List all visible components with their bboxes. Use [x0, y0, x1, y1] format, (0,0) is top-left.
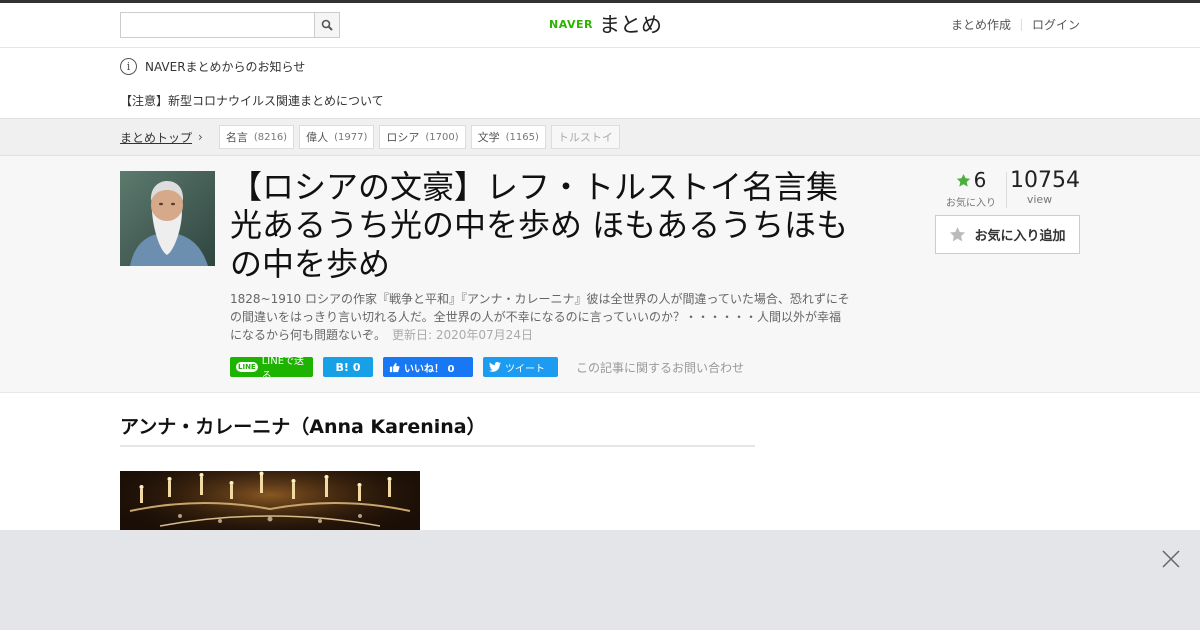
tag-label: 偉人 — [306, 131, 329, 144]
favorites-count: 6 — [973, 168, 987, 192]
site-logo[interactable]: NAVER まとめ — [549, 9, 662, 39]
search-input[interactable] — [121, 13, 315, 37]
nav-divider — [1020, 18, 1022, 31]
tag-russia[interactable]: ロシア (1700) — [379, 125, 466, 149]
line-share-label: LINEで送る — [261, 356, 305, 382]
breadcrumb: まとめトップ › 名言 (8216) 偉人 (1977) ロシア (1700) 文学 (… — [0, 118, 1200, 156]
top-nav: まとめ作成 ログイン — [951, 16, 1080, 33]
share-buttons: LINE LINEで送る B! 0 いいね！ 0 ツイート この記事に関するお問… — [230, 356, 744, 382]
search-icon — [321, 19, 333, 31]
tweet-button[interactable]: ツイート — [483, 357, 558, 377]
login-link[interactable]: ログイン — [1032, 16, 1080, 33]
tag-label: 名言 — [225, 131, 248, 144]
add-favorite-button[interactable]: お気に入り追加 — [935, 215, 1080, 254]
line-share-button[interactable]: LINE LINEで送る — [230, 356, 313, 382]
info-icon: i — [120, 58, 137, 75]
view-count: 10754 — [1010, 168, 1080, 193]
favorites-stat: 6 お気に入り — [936, 168, 1006, 209]
tag-count: (1165) — [505, 131, 539, 143]
twitter-bird-icon — [489, 362, 501, 372]
notice-area: i NAVERまとめからのお知らせ 【注意】新型コロナウイルス関連まとめについて — [0, 48, 1200, 118]
tag-meigen[interactable]: 名言 (8216) — [218, 125, 295, 149]
star-icon — [956, 173, 970, 187]
view-label: view — [1026, 193, 1053, 206]
star-outline-icon — [950, 227, 966, 242]
close-icon[interactable] — [1160, 548, 1182, 570]
hatena-count: 0 — [352, 360, 361, 374]
line-icon: LINE — [236, 362, 258, 372]
search-box — [120, 12, 340, 38]
article-title: 【ロシアの文豪】レフ・トルストイ名言集 光あるうち光の中を歩め ほもあるうちほも… — [230, 168, 849, 283]
ad-overlay-banner — [0, 530, 1200, 630]
author-portrait-thumbnail — [120, 171, 215, 266]
views-stat: 10754 view — [1007, 168, 1080, 206]
create-matome-link[interactable]: まとめ作成 — [951, 16, 1011, 33]
notice-link[interactable]: 【注意】新型コロナウイルス関連まとめについて — [120, 92, 384, 109]
tag-count: (8216) — [253, 131, 288, 143]
tag-current-tolstoy: トルストイ — [550, 125, 620, 149]
tag-ijin[interactable]: 偉人 (1977) — [299, 125, 375, 149]
naver-logo-text: NAVER — [549, 17, 593, 31]
top-header: NAVER まとめ まとめ作成 ログイン — [0, 0, 1200, 48]
tweet-label: ツイート — [505, 363, 545, 375]
article-stats: 6 お気に入り 10754 view — [936, 168, 1080, 209]
tag-label: 文学 — [477, 131, 500, 144]
notice-header: i NAVERまとめからのお知らせ — [120, 58, 305, 75]
facebook-like-label: いいね！ 0 — [404, 363, 455, 375]
chevron-right-icon: › — [198, 130, 203, 144]
favorites-label: お気に入り — [946, 198, 996, 209]
matome-logo-text: まとめ — [598, 13, 662, 37]
hatena-bookmark-button[interactable]: B! 0 — [323, 357, 373, 377]
search-button[interactable] — [314, 13, 339, 37]
article-header: 【ロシアの文豪】レフ・トルストイ名言集 光あるうち光の中を歩め ほもあるうちほも… — [0, 156, 1200, 393]
tag-bungaku[interactable]: 文学 (1165) — [470, 125, 546, 149]
add-favorite-label: お気に入り追加 — [974, 229, 1066, 244]
article-description: 1828~1910 ロシアの作家『戦争と平和』『アンナ・カレーニナ』彼は全世界の… — [230, 290, 850, 344]
hatena-icon: B! — [335, 360, 349, 374]
contact-link[interactable]: この記事に関するお問い合わせ — [576, 359, 744, 376]
breadcrumb-top-link[interactable]: まとめトップ — [120, 129, 192, 146]
tag-count: (1977) — [334, 131, 368, 143]
facebook-like-button[interactable]: いいね！ 0 — [383, 357, 473, 377]
section-heading: アンナ・カレーニナ（Anna Karenina） — [120, 412, 755, 447]
tag-count: (1700) — [425, 131, 459, 143]
notice-title: NAVERまとめからのお知らせ — [145, 60, 306, 74]
updated-date: 更新日: 2020年07月24日 — [392, 328, 533, 342]
description-text: 1828~1910 ロシアの作家『戦争と平和』『アンナ・カレーニナ』彼は全世界の… — [230, 292, 850, 342]
tag-label: ロシア — [386, 131, 420, 144]
thumbs-up-icon — [389, 362, 400, 372]
